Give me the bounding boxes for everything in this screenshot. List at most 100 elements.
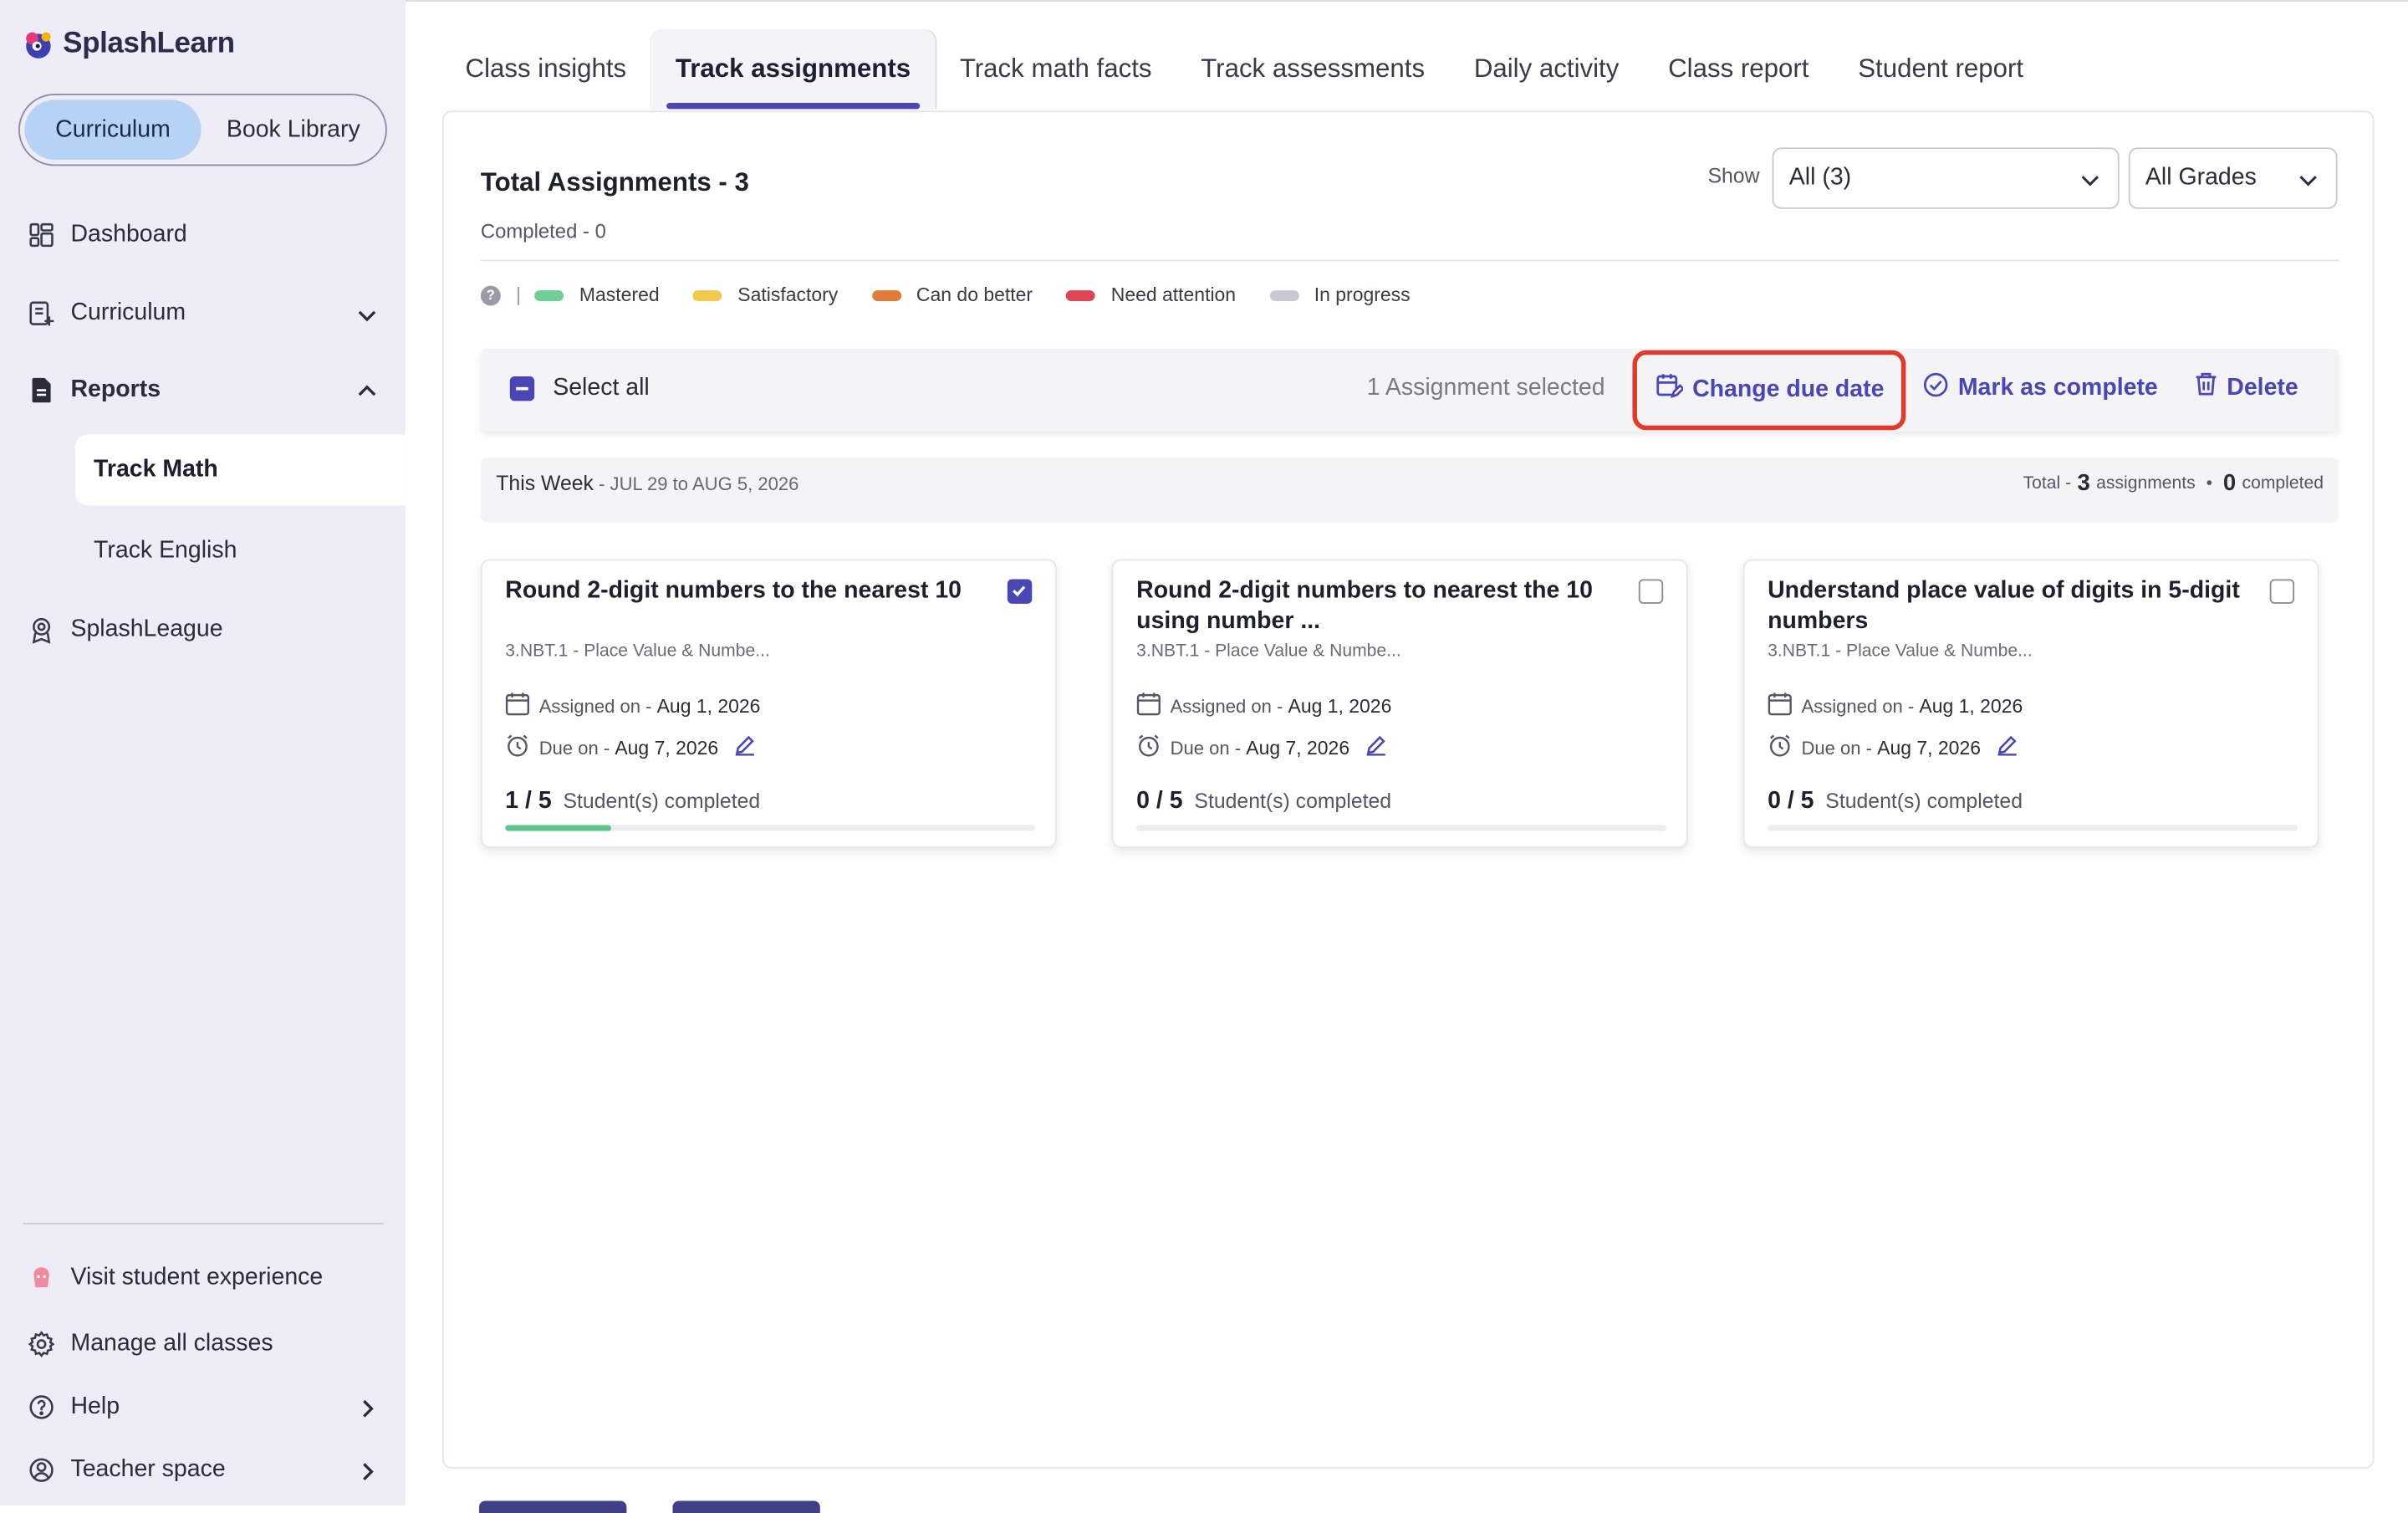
pencil-edit-icon[interactable] xyxy=(1996,734,2018,760)
sidebar-item-dashboard[interactable]: Dashboard xyxy=(28,221,187,248)
show-filter-select[interactable]: All (3) xyxy=(1772,147,2120,209)
sidebar: SplashLearn Curriculum Book Library Dash… xyxy=(0,0,406,1505)
performance-legend: ? | Mastered Satisfactory Can do better … xyxy=(480,284,1444,306)
sidebar-item-track-english[interactable]: Track English xyxy=(75,516,406,586)
grade-filter-select[interactable]: All Grades xyxy=(2128,147,2338,209)
book-library-segment[interactable]: Book Library xyxy=(204,100,382,160)
help-menu[interactable]: Help xyxy=(28,1393,378,1421)
assignment-checkbox[interactable] xyxy=(2269,579,2295,604)
legend-label: Need attention xyxy=(1110,284,1237,306)
selected-count: 1 Assignment selected xyxy=(1366,375,1605,401)
bottom-button[interactable] xyxy=(672,1500,820,1513)
assignment-checkbox[interactable] xyxy=(1638,579,1664,604)
assignment-title: Understand place value of digits in 5-di… xyxy=(1768,577,2240,635)
delete-button[interactable]: Delete xyxy=(2195,371,2298,404)
tab-daily-activity[interactable]: Daily activity xyxy=(1449,29,1643,110)
due-on-row: Due on - Aug 7, 2026 xyxy=(1768,733,2018,762)
legend-label: Satisfactory xyxy=(737,284,839,306)
sidebar-item-track-math[interactable]: Track Math xyxy=(75,434,406,506)
brand-name: SplashLearn xyxy=(63,28,235,60)
pencil-edit-icon[interactable] xyxy=(1365,734,1386,760)
week-total-prefix: Total - xyxy=(2023,473,2072,493)
week-range: - JUL 29 to AUG 5, 2026 xyxy=(593,473,799,495)
week-assignments-word: assignments xyxy=(2096,473,2196,493)
manage-all-classes-link[interactable]: Manage all classes xyxy=(28,1331,273,1358)
pencil-edit-icon[interactable] xyxy=(734,734,756,760)
due-on-row: Due on - Aug 7, 2026 xyxy=(1136,733,1386,762)
alarm-clock-icon xyxy=(1136,733,1161,762)
tab-class-report[interactable]: Class report xyxy=(1644,29,1834,110)
assigned-on-row: Assigned on - Aug 1, 2026 xyxy=(1136,692,1391,721)
assigned-label: Assigned on - xyxy=(1801,695,1920,717)
trash-icon xyxy=(2195,371,2218,404)
sidebar-item-label: Curriculum xyxy=(70,299,186,326)
legend-label: Can do better xyxy=(916,284,1033,306)
sidebar-item-splashleague[interactable]: SplashLeague xyxy=(28,616,223,644)
tab-student-report[interactable]: Student report xyxy=(1834,29,2048,110)
sidebar-item-curriculum[interactable]: Curriculum xyxy=(28,299,378,327)
sidebar-item-reports[interactable]: Reports xyxy=(28,376,378,404)
show-label: Show xyxy=(1707,164,1760,188)
sidebar-item-label: Reports xyxy=(70,376,161,403)
tab-track-assignments[interactable]: Track assignments xyxy=(650,28,936,110)
week-summary: Total - 3 assignments • 0 completed xyxy=(2023,470,2324,496)
students-completed: 0 / 5 Student(s) completed xyxy=(1768,788,2023,815)
check-circle-icon xyxy=(1923,371,1949,405)
due-label: Due on - xyxy=(1801,736,1878,759)
chevron-right-icon xyxy=(356,1398,378,1419)
assignment-card[interactable]: Round 2-digit numbers to nearest the 10 … xyxy=(1111,559,1688,848)
trophy-icon xyxy=(28,616,55,644)
alarm-clock-icon xyxy=(505,733,529,762)
week-group-header: This Week - JUL 29 to AUG 5, 2026 Total … xyxy=(480,457,2339,523)
grade-filter-value: All Grades xyxy=(2145,164,2257,191)
legend-swatch xyxy=(1269,289,1299,301)
calendar-icon xyxy=(505,692,530,721)
completed-ratio: 0 / 5 xyxy=(1136,788,1183,815)
due-label: Due on - xyxy=(1170,736,1247,759)
due-on-row: Due on - Aug 7, 2026 xyxy=(505,733,755,762)
splashlearn-logo[interactable]: SplashLearn xyxy=(18,24,235,64)
gear-icon xyxy=(28,1331,55,1358)
legend-item: Can do better xyxy=(871,284,1033,306)
total-assignments-title: Total Assignments - 3 xyxy=(480,167,749,197)
week-label: This Week xyxy=(496,471,594,495)
curriculum-segment[interactable]: Curriculum xyxy=(24,100,202,161)
alarm-clock-icon xyxy=(1768,733,1792,762)
tab-class-insights[interactable]: Class insights xyxy=(466,29,651,110)
user-icon xyxy=(28,1456,55,1484)
main-content: Class insights Track assignments Track m… xyxy=(405,0,2408,1513)
chevron-down-icon xyxy=(2081,169,2099,187)
show-filter-value: All (3) xyxy=(1788,164,1852,191)
calendar-icon xyxy=(1768,692,1792,721)
select-all-checkbox[interactable]: Select all xyxy=(509,375,650,402)
sidebar-item-label: Manage all classes xyxy=(70,1330,273,1357)
assignment-card[interactable]: Understand place value of digits in 5-di… xyxy=(1742,559,2319,848)
assignment-title: Round 2-digit numbers to nearest the 10 … xyxy=(1136,577,1593,635)
completion-progress-bar xyxy=(1768,825,2298,831)
assigned-label: Assigned on - xyxy=(538,695,657,717)
sidebar-item-label: Visit student experience xyxy=(70,1264,324,1291)
legend-swatch xyxy=(871,289,901,301)
header-divider xyxy=(480,259,2339,262)
teacher-space-menu[interactable]: Teacher space xyxy=(28,1456,378,1484)
legend-item: Mastered xyxy=(534,284,660,306)
legend-swatch xyxy=(534,289,564,301)
assigned-date: Aug 1, 2026 xyxy=(656,695,761,717)
bottom-button[interactable] xyxy=(479,1500,627,1513)
visit-student-experience-link[interactable]: Visit student experience xyxy=(28,1265,323,1292)
help-icon xyxy=(28,1393,55,1421)
tab-track-math-facts[interactable]: Track math facts xyxy=(935,29,1176,110)
reports-icon xyxy=(28,376,55,404)
mark-as-complete-button[interactable]: Mark as complete xyxy=(1923,371,2158,405)
assignment-standard: 3.NBT.1 - Place Value & Numbe... xyxy=(1136,641,1401,661)
due-date: Aug 7, 2026 xyxy=(1246,736,1350,759)
completed-ratio: 0 / 5 xyxy=(1768,788,1814,815)
change-due-date-button[interactable]: Change due date xyxy=(1656,371,1884,406)
legend-separator: | xyxy=(516,284,522,306)
completion-progress-bar xyxy=(505,825,1035,831)
assigned-date: Aug 1, 2026 xyxy=(1288,695,1392,717)
assignment-checkbox[interactable] xyxy=(1007,579,1033,604)
tab-track-assessments[interactable]: Track assessments xyxy=(1176,29,1450,110)
help-icon[interactable]: ? xyxy=(480,284,501,305)
assignment-card[interactable]: Round 2-digit numbers to the nearest 10 … xyxy=(480,559,1057,848)
